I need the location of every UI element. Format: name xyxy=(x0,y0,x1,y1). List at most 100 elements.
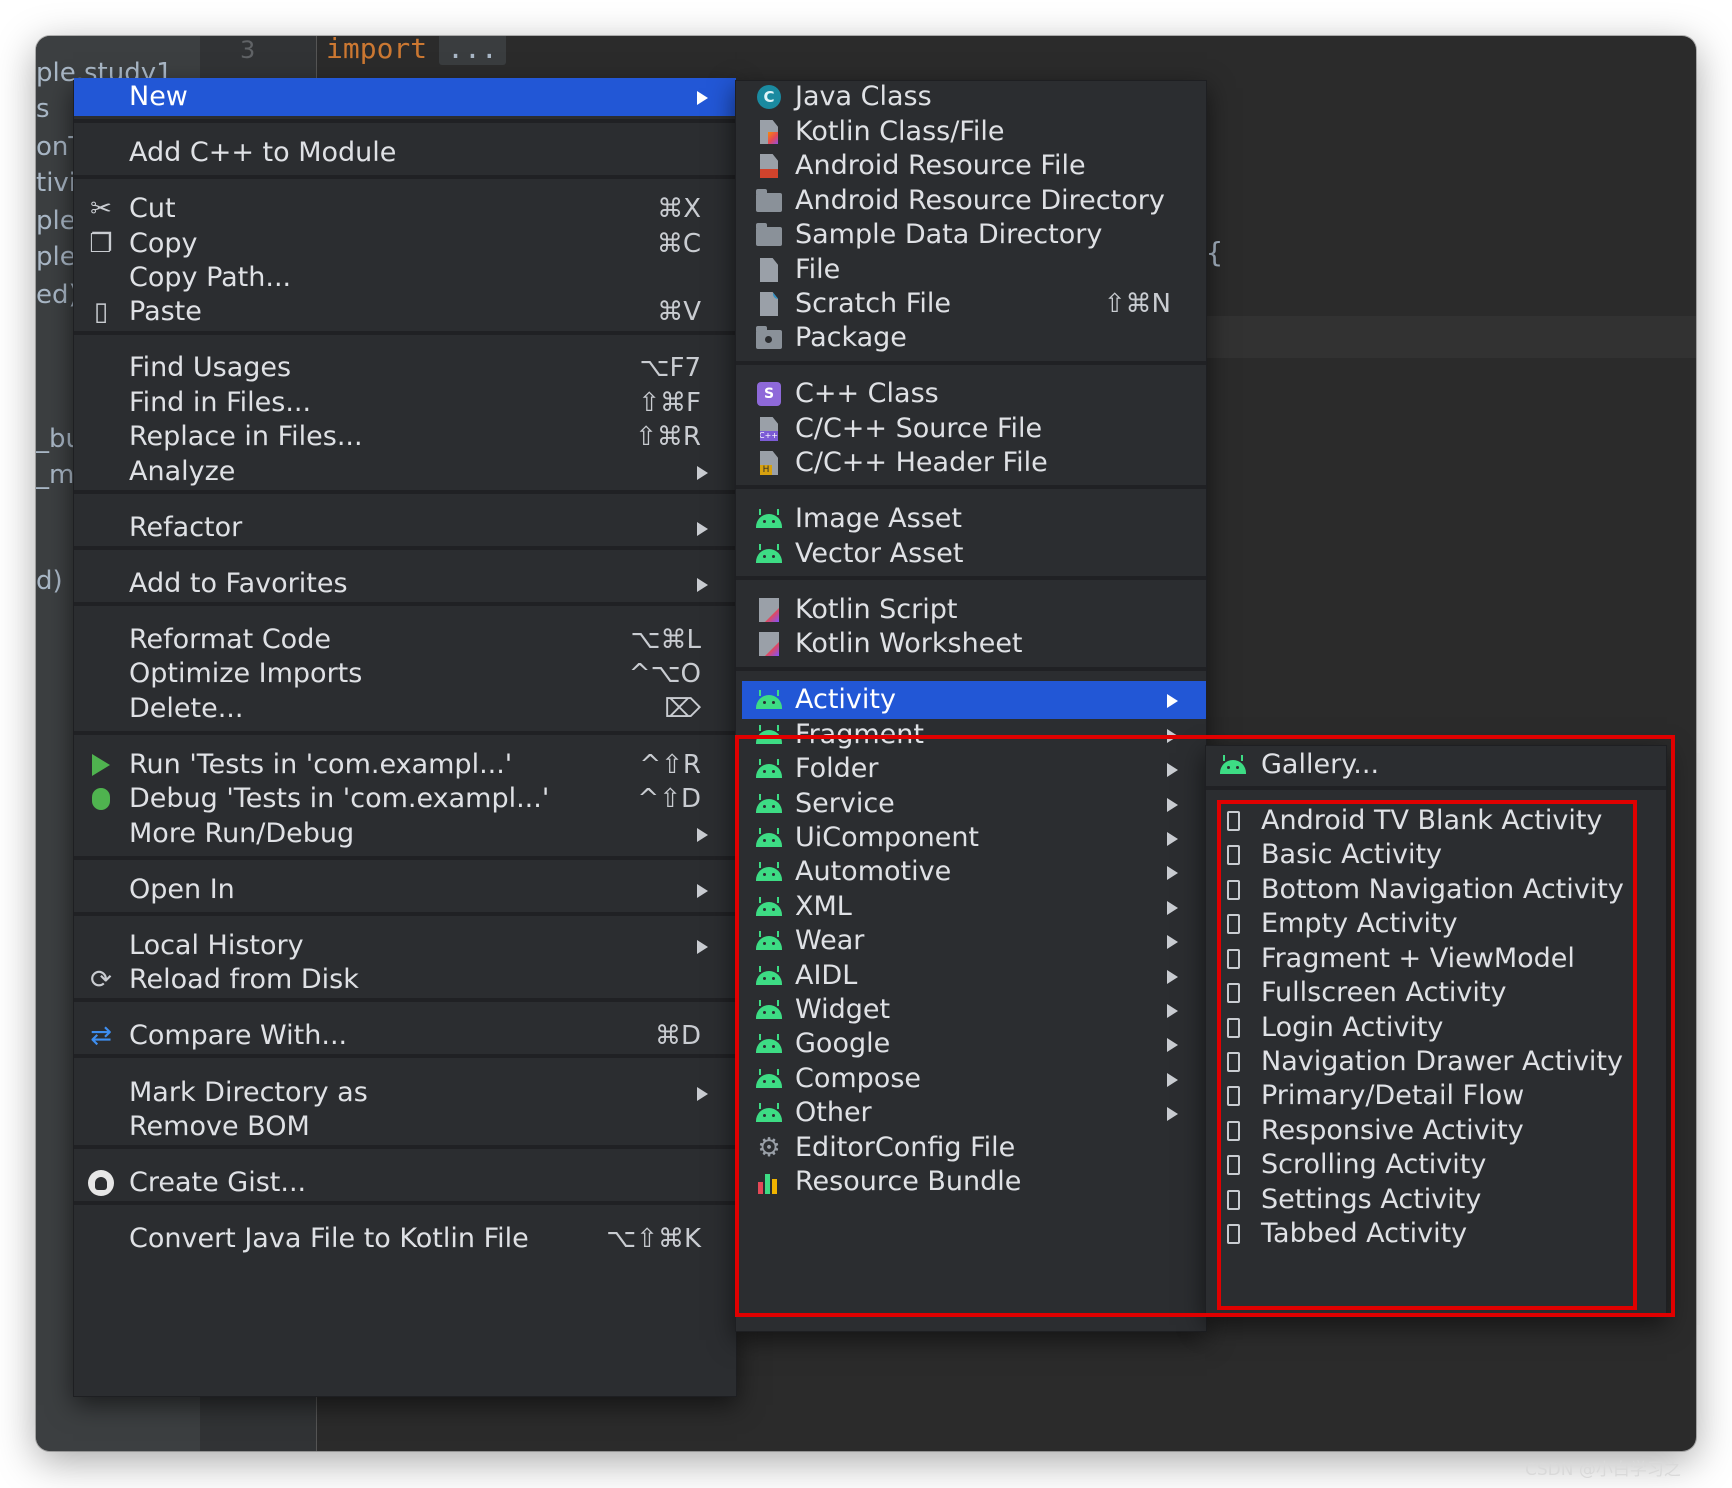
activity-submenu-item-primary-detail-flow[interactable]: Primary/Detail Flow xyxy=(1206,1077,1666,1115)
new-submenu-item-android-resource-file[interactable]: Android Resource File xyxy=(742,147,1206,185)
context-menu-item-refactor[interactable]: Refactor xyxy=(74,509,736,547)
activity-submenu-item-bottom-navigation-activity[interactable]: Bottom Navigation Activity xyxy=(1206,871,1666,909)
new-submenu-item-editorconfig-file[interactable]: ⚙ EditorConfig File xyxy=(742,1129,1206,1167)
context-menu-item-cut[interactable]: ✂ Cut ⌘X xyxy=(74,190,736,228)
activity-submenu-item-basic-activity[interactable]: Basic Activity xyxy=(1206,836,1666,874)
activity-submenu-item-navigation-drawer-activity[interactable]: Navigation Drawer Activity xyxy=(1206,1043,1666,1081)
context-menu-item-open-in[interactable]: Open In xyxy=(74,871,736,909)
activity-submenu-item-scrolling-activity[interactable]: Scrolling Activity xyxy=(1206,1146,1666,1184)
context-menu-item-paste[interactable]: ▯ Paste ⌘V xyxy=(74,293,736,331)
new-submenu-item-other[interactable]: Other xyxy=(742,1094,1206,1132)
context-menu-item-run-tests-in-com-exampl[interactable]: Run 'Tests in 'com.exampl...' ^⇧R xyxy=(74,746,736,784)
shortcut-label: ⇧⌘F xyxy=(638,388,701,418)
compare-icon: ⇄ xyxy=(90,1021,112,1051)
new-submenu-item-service[interactable]: Service xyxy=(742,785,1206,823)
context-menu-item-add-c-to-module[interactable]: Add C++ to Module xyxy=(74,134,736,172)
menu-item-label: Copy Path... xyxy=(129,262,292,293)
new-submenu-item-java-class[interactable]: C Java Class xyxy=(742,78,1206,116)
activity-submenu-item-android-tv-blank-activity[interactable]: Android TV Blank Activity xyxy=(1206,802,1666,840)
context-menu-item-convert-java-file-to-kotlin-file[interactable]: Convert Java File to Kotlin File ⌥⇧⌘K xyxy=(74,1220,736,1258)
context-menu-item-add-to-favorites[interactable]: Add to Favorites xyxy=(74,565,736,603)
context-menu-item-mark-directory-as[interactable]: Mark Directory as xyxy=(74,1074,736,1112)
new-submenu-item-compose[interactable]: Compose xyxy=(742,1060,1206,1098)
copy-icon: ❐ xyxy=(89,229,113,259)
new-submenu-item-uicomponent[interactable]: UiComponent xyxy=(742,819,1206,857)
context-menu-item-find-in-files[interactable]: Find in Files... ⇧⌘F xyxy=(74,384,736,422)
context-menu-item-reload-from-disk[interactable]: ⟳ Reload from Disk xyxy=(74,961,736,999)
code-line[interactable]: import... xyxy=(326,36,506,65)
menu-item-label: Kotlin Worksheet xyxy=(795,628,1023,659)
new-submenu-item-c-c-source-file[interactable]: C/C++ Source File xyxy=(742,410,1206,448)
context-menu-item-analyze[interactable]: Analyze xyxy=(74,453,736,491)
new-submenu-item-package[interactable]: Package xyxy=(742,319,1206,357)
context-menu-item-optimize-imports[interactable]: Optimize Imports ^⌥O xyxy=(74,655,736,693)
menu-item-label: Find in Files... xyxy=(129,387,312,418)
new-submenu-item-resource-bundle[interactable]: Resource Bundle xyxy=(742,1163,1206,1201)
code-brace: { xyxy=(1206,236,1223,269)
activity-submenu-item-login-activity[interactable]: Login Activity xyxy=(1206,1009,1666,1047)
activity-submenu-item-fragment-viewmodel[interactable]: Fragment + ViewModel xyxy=(1206,940,1666,978)
context-menu-item-copy-path[interactable]: Copy Path... xyxy=(74,259,736,297)
shortcut-label: ⌥⇧⌘K xyxy=(606,1224,701,1254)
context-menu-item-find-usages[interactable]: Find Usages ⌥F7 xyxy=(74,349,736,387)
menu-item-label: Add C++ to Module xyxy=(129,137,397,168)
activity-submenu-item-gallery[interactable]: Gallery... xyxy=(1206,746,1666,784)
shortcut-label: ⌥F7 xyxy=(639,353,701,383)
activity-submenu-item-settings-activity[interactable]: Settings Activity xyxy=(1206,1181,1666,1219)
context-menu-item-compare-with[interactable]: ⇄ Compare With... ⌘D xyxy=(74,1017,736,1055)
new-submenu-item-fragment[interactable]: Fragment xyxy=(742,716,1206,754)
menu-item-label: Mark Directory as xyxy=(129,1077,368,1108)
context-menu-item-replace-in-files[interactable]: Replace in Files... ⇧⌘R xyxy=(74,418,736,456)
activity-submenu-item-fullscreen-activity[interactable]: Fullscreen Activity xyxy=(1206,974,1666,1012)
new-submenu-item-vector-asset[interactable]: Vector Asset xyxy=(742,535,1206,573)
new-submenu-item-c-class[interactable]: S C++ Class xyxy=(742,375,1206,413)
new-submenu-item-widget[interactable]: Widget xyxy=(742,991,1206,1029)
menu-separator xyxy=(74,331,736,335)
new-submenu-item-c-c-header-file[interactable]: C/C++ Header File xyxy=(742,444,1206,482)
new-submenu-item-wear[interactable]: Wear xyxy=(742,922,1206,960)
kotlin-file-icon xyxy=(754,117,784,147)
new-submenu-item-scratch-file[interactable]: Scratch File ⇧⌘N xyxy=(742,285,1206,323)
new-submenu-item-kotlin-class-file[interactable]: Kotlin Class/File xyxy=(742,113,1206,151)
menu-item-label: UiComponent xyxy=(795,822,980,853)
menu-separator xyxy=(736,361,1206,365)
activity-submenu-item-empty-activity[interactable]: Empty Activity xyxy=(1206,905,1666,943)
new-submenu-item-xml[interactable]: XML xyxy=(742,888,1206,926)
context-menu-item-debug-tests-in-com-exampl[interactable]: Debug 'Tests in 'com.exampl...' ^⇧D xyxy=(74,780,736,818)
context-menu-item-create-gist[interactable]: Create Gist... xyxy=(74,1164,736,1202)
new-submenu-item-folder[interactable]: Folder xyxy=(742,750,1206,788)
scratch-file-icon xyxy=(754,289,784,319)
menu-item-label: Tabbed Activity xyxy=(1261,1218,1468,1249)
reload-icon: ⟳ xyxy=(90,965,112,995)
menu-item-label: Scratch File xyxy=(795,288,951,319)
context-menu-item-remove-bom[interactable]: Remove BOM xyxy=(74,1108,736,1146)
code-fold-placeholder[interactable]: ... xyxy=(439,36,506,65)
android-icon xyxy=(754,754,784,784)
new-submenu-item-kotlin-script[interactable]: Kotlin Script xyxy=(742,591,1206,629)
new-submenu-item-android-resource-directory[interactable]: Android Resource Directory xyxy=(742,182,1206,220)
context-menu-item-more-run-debug[interactable]: More Run/Debug xyxy=(74,815,736,853)
submenu-arrow-icon xyxy=(697,940,708,954)
new-submenu-item-aidl[interactable]: AIDL xyxy=(742,957,1206,995)
menu-separator xyxy=(74,912,736,916)
submenu-arrow-icon xyxy=(1167,935,1178,949)
android-icon xyxy=(754,1098,784,1128)
android-icon xyxy=(754,823,784,853)
menu-item-label: Optimize Imports xyxy=(129,658,363,689)
new-submenu-item-file[interactable]: File xyxy=(742,251,1206,289)
context-menu-item-local-history[interactable]: Local History xyxy=(74,927,736,965)
context-menu-item-new[interactable]: New xyxy=(74,78,736,116)
new-submenu-item-google[interactable]: Google xyxy=(742,1025,1206,1063)
new-submenu-item-image-asset[interactable]: Image Asset xyxy=(742,500,1206,538)
new-submenu-item-automotive[interactable]: Automotive xyxy=(742,853,1206,891)
activity-submenu-item-responsive-activity[interactable]: Responsive Activity xyxy=(1206,1112,1666,1150)
context-menu-item-reformat-code[interactable]: Reformat Code ⌥⌘L xyxy=(74,621,736,659)
context-menu-item-copy[interactable]: ❐ Copy ⌘C xyxy=(74,225,736,263)
new-submenu: C Java Class Kotlin Class/File Android Reso… xyxy=(735,80,1207,1332)
new-submenu-item-activity[interactable]: Activity xyxy=(742,681,1206,719)
line-number: 3 xyxy=(240,36,256,64)
context-menu-item-delete[interactable]: Delete... ⌦ xyxy=(74,690,736,728)
new-submenu-item-kotlin-worksheet[interactable]: Kotlin Worksheet xyxy=(742,625,1206,663)
new-submenu-item-sample-data-directory[interactable]: Sample Data Directory xyxy=(742,216,1206,254)
activity-submenu-item-tabbed-activity[interactable]: Tabbed Activity xyxy=(1206,1215,1666,1253)
